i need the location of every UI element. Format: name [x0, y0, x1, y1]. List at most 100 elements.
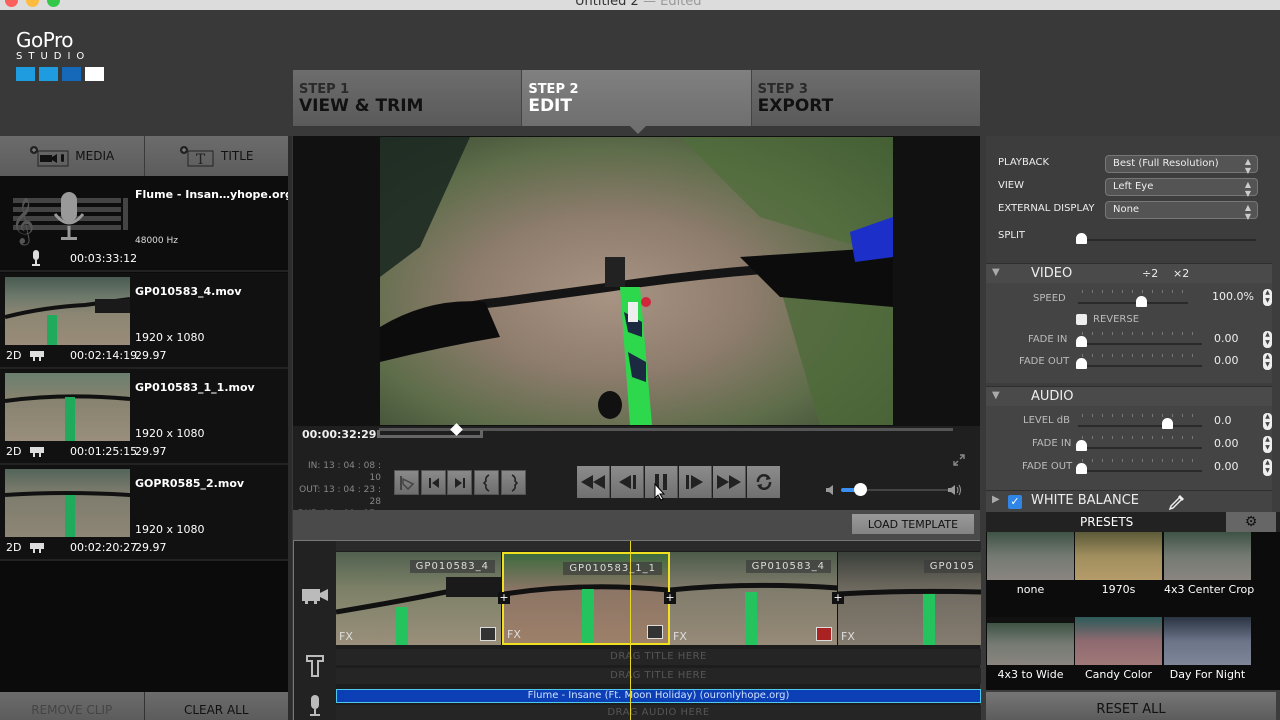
- timeline-ruler[interactable]: [336, 541, 981, 551]
- video-section-title: VIDEO: [1031, 266, 1073, 281]
- view-select[interactable]: Left Eye ▲ ▼: [1105, 178, 1258, 198]
- step-export[interactable]: STEP 3 EXPORT: [751, 70, 980, 126]
- level-db-slider[interactable]: [1078, 425, 1202, 427]
- title-drop-zone[interactable]: DRAG TITLE HERE: [336, 668, 981, 684]
- speed-stepper[interactable]: ▲ ▼: [1263, 289, 1272, 306]
- external-display-select[interactable]: None ▲ ▼: [1105, 201, 1258, 221]
- trim-range[interactable]: [377, 430, 483, 438]
- playhead[interactable]: [630, 541, 631, 720]
- media-item-video[interactable]: GOPR0585_2.mov 1920 x 1080 29.97 2D 00:0…: [0, 465, 288, 561]
- loop-button[interactable]: [747, 466, 780, 498]
- media-filename: GOPR0585_2.mov: [135, 477, 245, 490]
- remove-clip-button[interactable]: REMOVE CLIP: [0, 692, 145, 720]
- video-fade-in-slider[interactable]: [1078, 343, 1202, 345]
- audio-fade-in-knob[interactable]: [1076, 440, 1087, 451]
- step-view-trim[interactable]: STEP 1 VIEW & TRIM: [293, 70, 523, 126]
- video-fade-out-slider[interactable]: [1078, 365, 1202, 367]
- level-db-field[interactable]: 0.0: [1210, 413, 1262, 430]
- media-item-video[interactable]: GP010583_4.mov 1920 x 1080 29.97 2D 00:0…: [0, 273, 288, 369]
- timeline-clip[interactable]: GP0105 FX: [838, 552, 981, 645]
- audio-fade-out-stepper[interactable]: ▲ ▼: [1263, 459, 1272, 476]
- speed-value-field[interactable]: 100.0%: [1196, 289, 1258, 306]
- video-fade-out-knob[interactable]: [1076, 358, 1087, 369]
- audio-fade-in-stepper[interactable]: ▲ ▼: [1263, 436, 1272, 453]
- media-item-audio[interactable]: 𝄞 Flume - Insan…yhope.org).mp3 48000 Hz …: [0, 176, 329, 272]
- audio-thumbnail: 𝄞: [5, 180, 130, 248]
- clip-fx-button[interactable]: FX: [507, 628, 521, 641]
- level-db-stepper[interactable]: ▲ ▼: [1263, 413, 1272, 430]
- add-transition-button[interactable]: +: [832, 592, 844, 604]
- reset-all-button[interactable]: RESET ALL: [986, 692, 1276, 720]
- title-drop-zone[interactable]: DRAG TITLE HERE: [336, 649, 981, 665]
- video-fade-out-stepper[interactable]: ▲ ▼: [1263, 353, 1272, 370]
- double-speed-button[interactable]: ×2: [1173, 267, 1189, 280]
- fullscreen-icon[interactable]: [953, 454, 965, 466]
- audio-fade-in-label: FADE IN: [1032, 438, 1072, 449]
- half-speed-button[interactable]: ÷2: [1142, 267, 1158, 280]
- video-section-header[interactable]: ▼ VIDEO ÷2 ×2: [986, 263, 1272, 283]
- preset-4x3-center-crop[interactable]: 4x3 Center Crop: [1164, 532, 1254, 596]
- split-slider-knob[interactable]: [1076, 233, 1087, 244]
- clip-audio-muted-icon[interactable]: [816, 627, 832, 641]
- rewind-button[interactable]: [577, 466, 610, 498]
- add-transition-button[interactable]: +: [664, 592, 676, 604]
- presets-settings-button[interactable]: ⚙: [1226, 512, 1276, 532]
- add-title-button[interactable]: T TITLE: [144, 136, 288, 176]
- go-to-out-button[interactable]: [447, 470, 472, 495]
- mark-clip-button[interactable]: [394, 470, 419, 495]
- video-preview[interactable]: [380, 137, 893, 425]
- preset-none[interactable]: none: [987, 532, 1074, 596]
- video-fade-in-field[interactable]: 0.00: [1210, 331, 1262, 348]
- clip-audio-icon[interactable]: [647, 625, 663, 639]
- audio-clip[interactable]: Flume - Insane (Ft. Moon Holiday) (ouron…: [336, 689, 981, 703]
- audio-drop-zone[interactable]: DRAG AUDIO HERE: [336, 705, 981, 720]
- volume-knob[interactable]: [854, 483, 867, 496]
- preset-4x3-to-wide[interactable]: 4x3 to Wide: [987, 617, 1074, 681]
- clip-fx-button[interactable]: FX: [339, 630, 353, 643]
- minimize-window-button[interactable]: [26, 0, 39, 7]
- add-media-button[interactable]: MEDIA: [0, 136, 145, 176]
- go-to-in-button[interactable]: [421, 470, 446, 495]
- step-back-button[interactable]: [611, 466, 644, 498]
- media-item-video[interactable]: GP010583_1_1.mov 1920 x 1080 29.97 2D 00…: [0, 369, 288, 465]
- clip-fx-button[interactable]: FX: [841, 630, 855, 643]
- step-edit[interactable]: STEP 2 EDIT: [522, 70, 752, 134]
- close-window-button[interactable]: [5, 0, 18, 7]
- preset-thumbnail: [1164, 532, 1251, 580]
- step-forward-button[interactable]: [679, 466, 712, 498]
- media-panel-tabs: MEDIA T TITLE: [0, 136, 288, 176]
- playback-select[interactable]: Best (Full Resolution) ▲ ▼: [1105, 155, 1258, 175]
- timeline-clip[interactable]: GP010583_4 FX: [670, 552, 838, 645]
- white-balance-header[interactable]: ▶ ✓ WHITE BALANCE: [986, 490, 1272, 512]
- clip-audio-icon[interactable]: [480, 627, 496, 641]
- preset-candy-color[interactable]: Candy Color: [1075, 617, 1162, 681]
- timeline-clip[interactable]: GP010583_4 FX: [336, 552, 502, 645]
- video-fade-in-stepper[interactable]: ▲ ▼: [1263, 331, 1272, 348]
- eyedropper-icon[interactable]: [1168, 493, 1186, 511]
- timeline-clip-selected[interactable]: GP010583_1_1 FX: [502, 552, 670, 645]
- fast-forward-button[interactable]: [713, 466, 746, 498]
- reverse-checkbox[interactable]: [1076, 314, 1087, 325]
- video-fade-in-knob[interactable]: [1076, 336, 1087, 347]
- mark-out-button[interactable]: [501, 470, 526, 495]
- mark-in-button[interactable]: [474, 470, 499, 495]
- preset-day-for-night[interactable]: Day For Night: [1164, 617, 1251, 681]
- load-template-button[interactable]: LOAD TEMPLATE: [852, 514, 974, 534]
- audio-fade-out-field[interactable]: 0.00: [1210, 459, 1262, 476]
- white-balance-checkbox[interactable]: ✓: [1008, 495, 1022, 509]
- audio-fade-in-field[interactable]: 0.00: [1210, 436, 1262, 453]
- audio-fade-out-slider[interactable]: [1078, 470, 1202, 472]
- clear-all-button[interactable]: CLEAR ALL: [144, 692, 288, 720]
- video-fade-out-field[interactable]: 0.00: [1210, 353, 1262, 370]
- audio-fade-in-slider[interactable]: [1078, 447, 1202, 449]
- maximize-window-button[interactable]: [47, 0, 60, 7]
- clip-fx-button[interactable]: FX: [673, 630, 687, 643]
- add-transition-button[interactable]: +: [498, 592, 510, 604]
- level-db-knob[interactable]: [1162, 418, 1173, 429]
- speed-slider[interactable]: [1078, 302, 1188, 304]
- audio-section-header[interactable]: ▼ AUDIO: [986, 386, 1272, 406]
- speed-slider-knob[interactable]: [1136, 296, 1147, 307]
- split-slider[interactable]: [1078, 239, 1256, 241]
- preset-1970s[interactable]: 1970s: [1075, 532, 1162, 596]
- audio-fade-out-knob[interactable]: [1076, 463, 1087, 474]
